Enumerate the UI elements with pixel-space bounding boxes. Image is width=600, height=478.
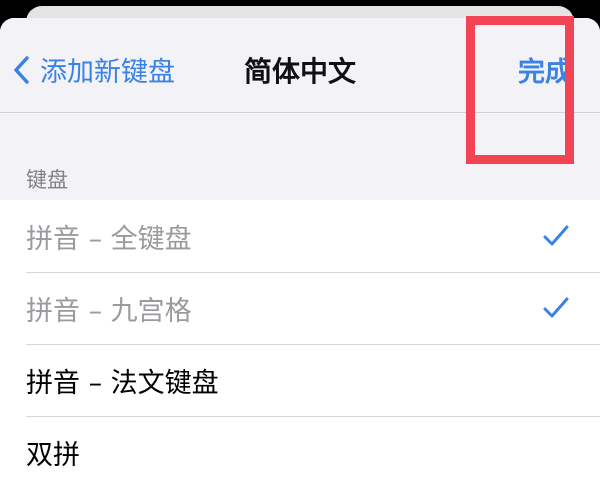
checkmark-icon <box>543 297 569 318</box>
back-button-label: 添加新键盘 <box>40 57 175 88</box>
list-item-label: 拼音 – 法文键盘 <box>26 367 219 399</box>
list-item-label: 拼音 – 全键盘 <box>26 223 192 255</box>
section-header: 键盘 <box>26 168 68 192</box>
done-button[interactable]: 完成 <box>518 50 572 89</box>
keyboard-sheet: 添加新键盘 简体中文 完成 键盘 拼音 – 全键盘 拼音 – 九宫格 拼音 – … <box>0 18 600 478</box>
list-item[interactable]: 拼音 – 法文键盘 <box>0 344 600 416</box>
list-item[interactable]: 双拼 <box>0 416 600 478</box>
back-button[interactable]: 添加新键盘 <box>12 50 175 89</box>
navigation-bar: 添加新键盘 简体中文 完成 <box>0 18 600 113</box>
list-item[interactable]: 拼音 – 全键盘 <box>0 200 600 272</box>
list-item[interactable]: 拼音 – 九宫格 <box>0 272 600 344</box>
list-item-label: 双拼 <box>26 439 80 471</box>
checkmark-icon <box>543 225 569 246</box>
keyboard-list: 拼音 – 全键盘 拼音 – 九宫格 拼音 – 法文键盘 双拼 <box>0 200 600 478</box>
list-item-label: 拼音 – 九宫格 <box>26 295 192 327</box>
chevron-left-icon <box>14 55 29 84</box>
